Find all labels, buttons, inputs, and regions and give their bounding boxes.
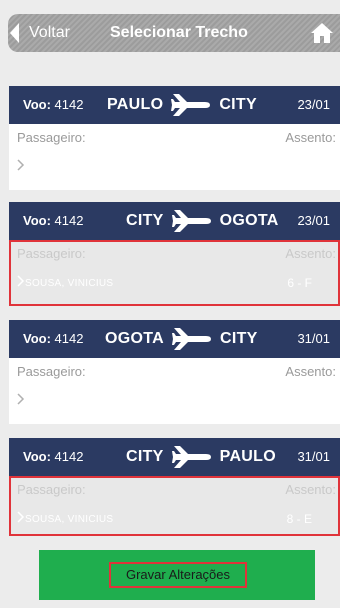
save-button-label: Gravar Alterações	[109, 562, 247, 588]
plane-icon	[171, 210, 211, 232]
passenger-label: Passageiro:	[17, 482, 86, 497]
passenger-row-selected[interactable]: Passageiro: Assento: SOUSA, VINICIUS 8 -…	[9, 476, 340, 536]
origin-city: CITY	[126, 448, 164, 465]
seat-label: Assento:	[285, 364, 336, 379]
route: CITY OGOTA	[126, 202, 279, 240]
plane-icon	[171, 446, 211, 468]
back-button[interactable]: Voltar	[8, 14, 70, 52]
passenger-label: Passageiro:	[17, 364, 86, 379]
segment-header: Voo: 4142 CITY OGOTA 23/01	[9, 202, 340, 240]
flight-segment: Voo: 4142 CITY PAULO 31/01 Passageiro: A…	[9, 438, 340, 536]
chevron-right-icon[interactable]	[17, 275, 25, 287]
seat-value: 6 - F	[287, 276, 312, 290]
passenger-name: SOUSA, VINICIUS	[25, 514, 114, 525]
save-changes-button[interactable]: Gravar Alterações	[39, 550, 315, 600]
origin-city: PAULO	[107, 96, 164, 113]
destination-city: PAULO	[219, 448, 276, 465]
flight-date: 23/01	[297, 97, 330, 112]
flight-date: 31/01	[297, 331, 330, 346]
passenger-label: Passageiro:	[17, 130, 86, 145]
chevron-right-icon[interactable]	[17, 511, 25, 523]
flight-segment: Voo: 4142 PAULO CITY 23/01 Passageiro: A…	[9, 86, 340, 190]
page-title: Selecionar Trecho	[110, 24, 248, 41]
destination-city: CITY	[219, 96, 257, 113]
seat-value: 8 - E	[286, 512, 312, 526]
plane-icon	[171, 94, 211, 116]
origin-city: OGOTA	[105, 330, 164, 347]
flight-date: 31/01	[297, 449, 330, 464]
passenger-name: SOUSA, VINICIUS	[25, 278, 114, 289]
flight-segment: Voo: 4142 OGOTA CITY 31/01 Passageiro: A…	[9, 320, 340, 424]
flight-number: Voo: 4142	[23, 97, 84, 112]
passenger-label: Passageiro:	[17, 246, 86, 261]
flight-segment: Voo: 4142 CITY OGOTA 23/01 Passageiro: A…	[9, 202, 340, 306]
chevron-right-icon[interactable]	[17, 393, 25, 405]
flight-number: Voo: 4142	[23, 331, 84, 346]
plane-icon	[171, 328, 211, 350]
route: CITY PAULO	[126, 438, 276, 476]
route: PAULO CITY	[107, 86, 257, 124]
flight-date: 23/01	[297, 213, 330, 228]
segment-header: Voo: 4142 OGOTA CITY 31/01	[9, 320, 340, 358]
passenger-row[interactable]: Passageiro: Assento:	[9, 358, 340, 424]
segment-header: Voo: 4142 PAULO CITY 23/01	[9, 86, 340, 124]
origin-city: CITY	[126, 212, 164, 229]
seat-label: Assento:	[285, 482, 336, 497]
segment-header: Voo: 4142 CITY PAULO 31/01	[9, 438, 340, 476]
route: OGOTA CITY	[105, 320, 258, 358]
destination-city: CITY	[219, 330, 258, 347]
passenger-row-selected[interactable]: Passageiro: Assento: SOUSA, VINICIUS 6 -…	[9, 240, 340, 306]
passenger-row[interactable]: Passageiro: Assento:	[9, 124, 340, 190]
chevron-right-icon[interactable]	[17, 159, 25, 171]
nav-bar: Voltar Selecionar Trecho	[8, 14, 340, 52]
flight-number: Voo: 4142	[23, 213, 84, 228]
home-icon[interactable]	[310, 21, 334, 45]
flight-number: Voo: 4142	[23, 449, 84, 464]
chevron-left-icon	[10, 23, 19, 43]
back-label: Voltar	[29, 24, 70, 41]
seat-label: Assento:	[285, 246, 336, 261]
destination-city: OGOTA	[219, 212, 279, 229]
seat-label: Assento:	[285, 130, 336, 145]
